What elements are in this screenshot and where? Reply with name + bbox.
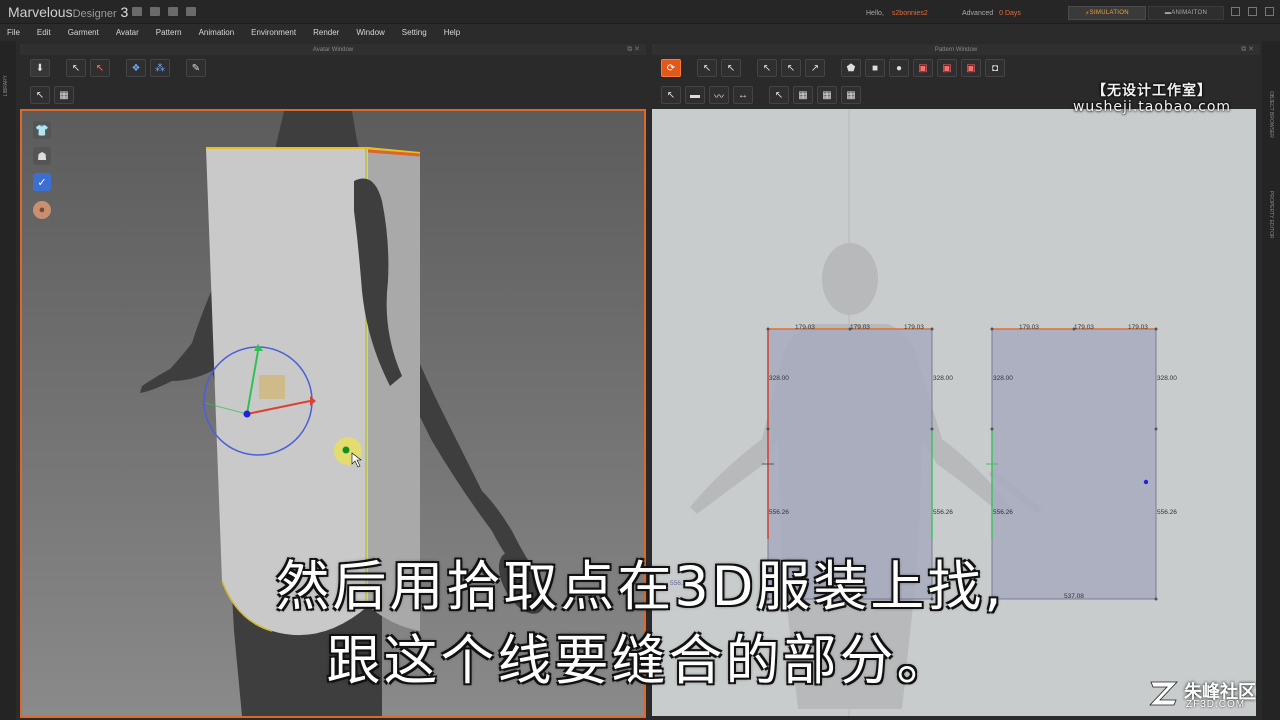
- zf3d-logo-icon: [1149, 681, 1178, 706]
- subtitle-line-1: 然后用拾取点在3D服装上找,: [275, 555, 1005, 618]
- fillet-icon[interactable]: ↗: [805, 59, 825, 77]
- watermark-studio: 【无设计工作室】: [1092, 83, 1212, 99]
- object-browser-tab[interactable]: OBJECT BROWSER: [1268, 91, 1274, 138]
- trace-sewing-icon[interactable]: 〰: [709, 86, 729, 104]
- pattern-toolbar-2: ↖ ▬ 〰 ↔ ↖ ▦ ▦ ▦: [661, 85, 861, 105]
- window-controls: [1231, 7, 1274, 16]
- dim-right-top-3: 179.03: [1128, 324, 1148, 331]
- close-button[interactable]: [1265, 7, 1274, 16]
- menu-avatar[interactable]: Avatar: [116, 28, 139, 37]
- select-texture-icon[interactable]: ↖: [769, 86, 789, 104]
- pose-icon[interactable]: ✓: [33, 173, 51, 191]
- dart-icon[interactable]: ◘: [985, 59, 1005, 77]
- transform-pattern-icon[interactable]: ↖: [697, 59, 717, 77]
- edit-texture-icon[interactable]: ▦: [793, 86, 813, 104]
- library-label: LIBRARY: [3, 75, 9, 97]
- greeting: Hello, s2bonnies2: [866, 10, 928, 17]
- save-icon[interactable]: [132, 7, 142, 16]
- menu-pattern[interactable]: Pattern: [156, 28, 182, 37]
- brand-url: ZF3D.COM: [1186, 699, 1246, 710]
- dim-right-right-2: 556.26: [1157, 509, 1177, 516]
- menu-animation[interactable]: Animation: [199, 28, 235, 37]
- edit-curvature-icon[interactable]: ↖: [757, 59, 777, 77]
- arrangement-point-icon[interactable]: ⁂: [150, 59, 170, 77]
- redo-icon[interactable]: [186, 7, 196, 16]
- maximize-button[interactable]: [1248, 7, 1257, 16]
- texture-rotate-icon[interactable]: ▦: [841, 86, 861, 104]
- menu-bar: File Edit Garment Avatar Pattern Animati…: [0, 24, 1280, 41]
- avatar-window-title: Avatar Window: [312, 46, 354, 53]
- username[interactable]: s2bonnies2: [892, 10, 928, 17]
- free-sewing-icon[interactable]: ▬: [685, 86, 705, 104]
- menu-edit[interactable]: Edit: [37, 28, 51, 37]
- internal-circle-icon[interactable]: ▣: [961, 59, 981, 77]
- title-bar: MarvelousDesigner 3 Hello, s2bonnies2 Adv…: [0, 0, 1280, 24]
- minimize-button[interactable]: [1231, 7, 1240, 16]
- edit-pattern-icon[interactable]: ↖: [721, 59, 741, 77]
- avatar-toolbar-1: ⬇ ↖ ↖ ❖ ⁂ ✎: [30, 58, 206, 78]
- menu-window[interactable]: Window: [356, 28, 384, 37]
- dim-left-left-1: 328.00: [769, 375, 789, 382]
- dim-right-top-1: 179.03: [1019, 324, 1039, 331]
- pin-select-icon[interactable]: ↖: [30, 86, 50, 104]
- dim-right-top-2: 179.03: [1074, 324, 1094, 331]
- undo-icon[interactable]: [168, 7, 178, 16]
- dim-left-top-3: 179.03: [904, 324, 924, 331]
- internal-polygon-icon[interactable]: ▣: [913, 59, 933, 77]
- open-icon[interactable]: [150, 7, 160, 16]
- avatar-toolbar-2: ↖ ▦: [30, 85, 74, 105]
- dim-left-top-2: 179.03: [850, 324, 870, 331]
- brand-logo: 朱峰社区 ZF3D.COM: [1148, 676, 1278, 716]
- pattern-window-header: Pattern Window ⧉ ✕: [652, 44, 1260, 55]
- dim-left-right-1: 328.00: [933, 375, 953, 382]
- dim-left-right-2: 556.26: [933, 509, 953, 516]
- avatar-window-float-icon[interactable]: ⧉ ✕: [627, 45, 640, 54]
- avatar-display-icon[interactable]: ☗: [33, 147, 51, 165]
- pattern-toolbar-1: ⟳ ↖ ↖ ↖ ↖ ↗ ⬟ ■ ● ▣ ▣ ▣ ◘: [661, 58, 1005, 78]
- menu-environment[interactable]: Environment: [251, 28, 296, 37]
- texture-icon[interactable]: ▦: [54, 86, 74, 104]
- garment-display-icon[interactable]: 👕: [33, 121, 51, 139]
- avatar-head-icon[interactable]: ●: [33, 201, 51, 219]
- select-move-icon[interactable]: ↖: [66, 59, 86, 77]
- quick-access-icons: [132, 7, 196, 16]
- app-title-sub: Designer: [72, 8, 117, 20]
- select-point-icon[interactable]: ↖: [90, 59, 110, 77]
- dim-right-left-1: 328.00: [993, 375, 1013, 382]
- rectangle-icon[interactable]: ■: [865, 59, 885, 77]
- edit-sewing-icon[interactable]: ↔: [733, 86, 753, 104]
- dim-right-right-1: 328.00: [1157, 375, 1177, 382]
- pattern-window-float-icon[interactable]: ⧉ ✕: [1241, 45, 1254, 54]
- subtitle-line-2: 跟这个线要缝合的部分。: [326, 629, 954, 692]
- dim-right-left-2: 556.26: [993, 509, 1013, 516]
- segment-sewing-icon[interactable]: ↖: [661, 86, 681, 104]
- sync-icon[interactable]: ⟳: [661, 59, 681, 77]
- dim-left-left-2: 556.26: [769, 509, 789, 516]
- avatar-window-header: Avatar Window ⧉ ✕: [20, 44, 646, 55]
- tack-icon[interactable]: ✎: [186, 59, 206, 77]
- app-title-main: Marvelous: [8, 4, 73, 20]
- fold-arrangement-icon[interactable]: ❖: [126, 59, 146, 77]
- license-info: Advanced 0 Days: [962, 10, 1021, 17]
- pattern-window-title: Pattern Window: [934, 46, 978, 53]
- simulate-dropdown-icon[interactable]: ⬇: [30, 59, 50, 77]
- app-title-version: 3: [120, 4, 129, 20]
- menu-help[interactable]: Help: [444, 28, 460, 37]
- dim-left-top-1: 179.03: [795, 324, 815, 331]
- menu-render[interactable]: Render: [313, 28, 339, 37]
- add-point-icon[interactable]: ↖: [781, 59, 801, 77]
- menu-garment[interactable]: Garment: [68, 28, 99, 37]
- polygon-icon[interactable]: ⬟: [841, 59, 861, 77]
- menu-file[interactable]: File: [7, 28, 20, 37]
- property-editor-tab[interactable]: PROPERTY EDITOR: [1268, 191, 1274, 239]
- menu-setting[interactable]: Setting: [402, 28, 427, 37]
- texture-transform-icon[interactable]: ▦: [817, 86, 837, 104]
- internal-rectangle-icon[interactable]: ▣: [937, 59, 957, 77]
- circle-icon[interactable]: ●: [889, 59, 909, 77]
- watermark: 【无设计工作室】 wusheji.taobao.com: [1057, 80, 1247, 115]
- simulation-mode-tab[interactable]: ⚡ SIMULATION: [1068, 6, 1146, 20]
- animation-mode-tab[interactable]: ▬ ANIMAITON: [1148, 6, 1224, 20]
- watermark-url: wusheji.taobao.com: [1072, 99, 1232, 115]
- app-title: MarvelousDesigner 3: [8, 4, 128, 20]
